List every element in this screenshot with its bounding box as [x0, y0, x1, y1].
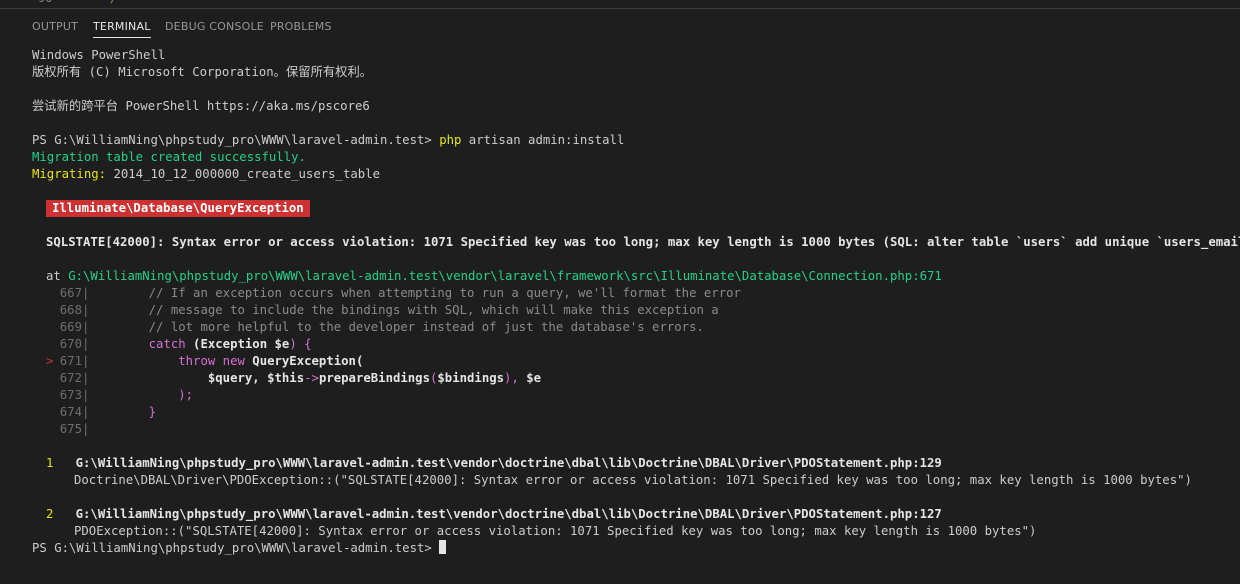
terminal-header-line: 版权所有 (C) Microsoft Corporation。保留所有权利。: [32, 65, 373, 79]
code-line-673: 673| );: [59, 388, 194, 402]
tab-terminal[interactable]: TERMINAL: [93, 20, 151, 38]
prompt: PS G:\WilliamNing\phpstudy_pro\WWW\larav…: [32, 133, 440, 147]
terminal-output[interactable]: Windows PowerShell 版权所有 (C) Microsoft Co…: [32, 47, 1240, 584]
panel-tab-bar: OUTPUT TERMINAL DEBUG CONSOLE PROBLEMS: [0, 8, 1240, 45]
trace-call-1: Doctrine\DBAL\Driver\PDOException::("SQL…: [74, 473, 1192, 487]
exception-badge: Illuminate\Database\QueryException: [46, 200, 310, 217]
migration-success-message: Migration table created successfully.: [32, 150, 306, 164]
code-line-667: 667| // If an exception occurs when atte…: [59, 286, 741, 300]
at-location-line: at G:\WilliamNing\phpstudy_pro\WWW\larav…: [32, 268, 1240, 285]
editor-line-number: 90: [38, 0, 52, 5]
editor-peek: 90 /*: [0, 0, 1240, 8]
trace-item-2: 2 G:\WilliamNing\phpstudy_pro\WWW\larave…: [32, 506, 1240, 523]
trace-path[interactable]: G:\WilliamNing\phpstudy_pro\WWW\laravel-…: [76, 507, 942, 521]
migrating-line: Migrating: 2014_10_12_000000_create_user…: [32, 166, 1240, 183]
editor-comment: /*: [110, 0, 124, 5]
at-file-path[interactable]: G:\WilliamNing\phpstudy_pro\WWW\laravel-…: [68, 269, 912, 283]
trace-path[interactable]: G:\WilliamNing\phpstudy_pro\WWW\laravel-…: [76, 456, 942, 470]
trace-index: 2: [46, 507, 54, 521]
current-line-arrow-icon: >: [46, 354, 54, 368]
at-line-number: :671: [912, 269, 942, 283]
trace-call-2: PDOException::("SQLSTATE[42000]: Syntax …: [74, 524, 1037, 538]
terminal-cursor: [439, 540, 447, 554]
terminal-header-line: 尝试新的跨平台 PowerShell https://aka.ms/pscore…: [32, 99, 370, 113]
code-line-668: 668| // message to include the bindings …: [59, 303, 719, 317]
migrating-label: Migrating:: [32, 167, 107, 181]
at-label: at: [46, 269, 69, 283]
terminal-header-line: Windows PowerShell: [32, 48, 166, 62]
trace-item-1: 1 G:\WilliamNing\phpstudy_pro\WWW\larave…: [32, 455, 1240, 472]
command-line: PS G:\WilliamNing\phpstudy_pro\WWW\larav…: [32, 132, 1240, 149]
code-line-670: 670| catch (Exception $e) {: [59, 337, 312, 351]
tab-output[interactable]: OUTPUT: [32, 20, 78, 33]
code-line-671: >671| throw new QueryException(: [46, 354, 364, 368]
command-args: artisan admin:install: [461, 133, 625, 147]
final-prompt-line: PS G:\WilliamNing\phpstudy_pro\WWW\larav…: [32, 540, 1240, 557]
sqlstate-message: SQLSTATE[42000]: Syntax error or access …: [46, 235, 1240, 249]
code-line-675: 675|: [59, 422, 90, 436]
code-line-674: 674| }: [59, 405, 157, 419]
prompt: PS G:\WilliamNing\phpstudy_pro\WWW\larav…: [32, 541, 440, 555]
exception-line: Illuminate\Database\QueryException: [32, 200, 1240, 217]
command-name: php: [439, 133, 462, 147]
code-line-669: 669| // lot more helpful to the develope…: [59, 320, 704, 334]
migrating-value: 2014_10_12_000000_create_users_table: [106, 167, 380, 181]
tab-problems[interactable]: PROBLEMS: [270, 20, 332, 33]
trace-index: 1: [46, 456, 54, 470]
code-line-672: 672| $query, $this->prepareBindings($bin…: [59, 371, 542, 385]
tab-debug-console[interactable]: DEBUG CONSOLE: [165, 20, 264, 33]
